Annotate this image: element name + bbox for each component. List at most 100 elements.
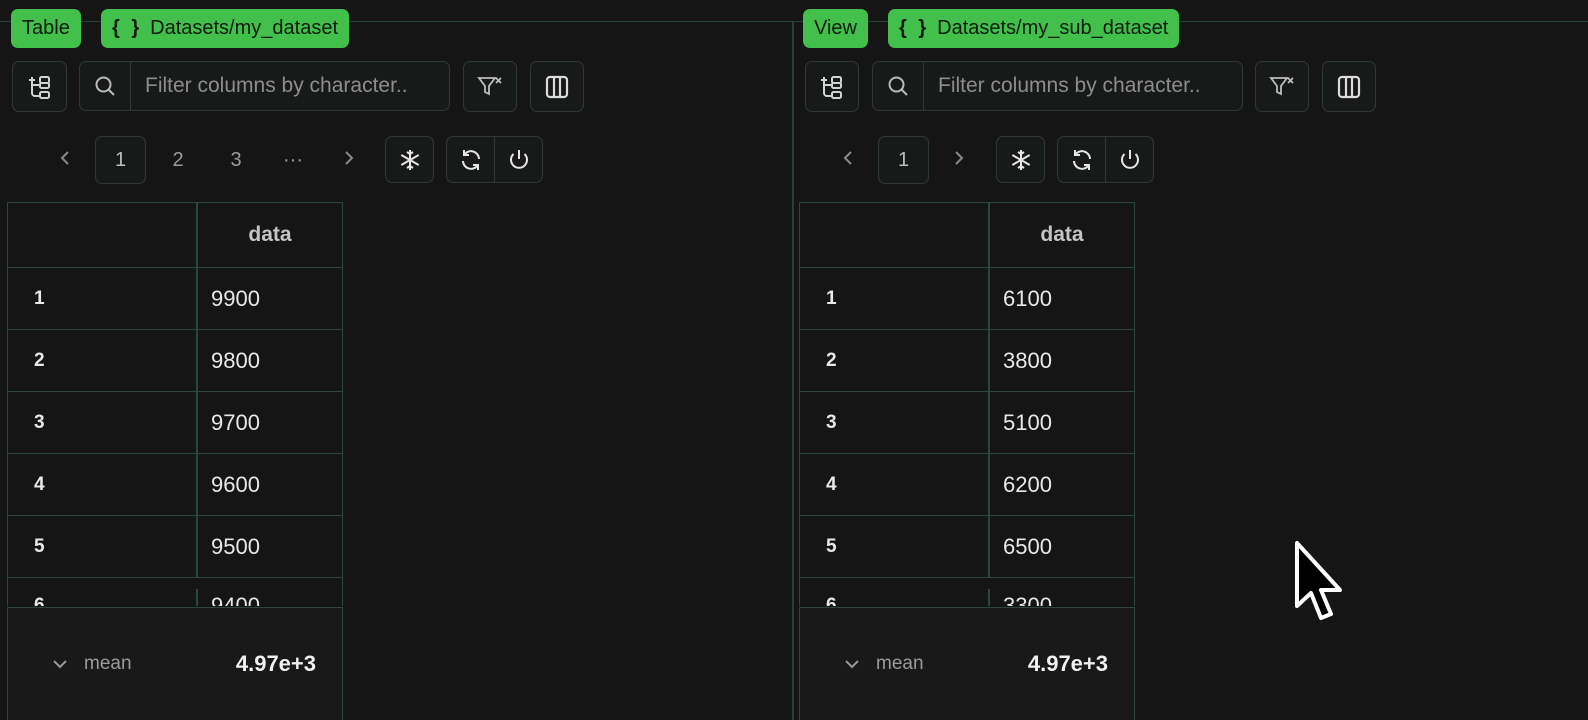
- chevron-left-icon: [59, 149, 73, 172]
- cell-value[interactable]: 5100: [990, 392, 1134, 453]
- dataset-path: Datasets/my_sub_dataset: [937, 17, 1169, 39]
- power-icon: [507, 148, 531, 172]
- table-footer: mean 4.97e+3: [7, 607, 343, 720]
- cell-value[interactable]: 9700: [198, 392, 342, 453]
- cell-value[interactable]: 3300: [990, 591, 1134, 606]
- stat-selector[interactable]: mean: [52, 653, 132, 675]
- data-table: data 1 9900 2 9800 3 9700 4 9600 5 9500 6 9400: [7, 202, 343, 606]
- power-button[interactable]: [1105, 136, 1154, 183]
- type-tag: View: [803, 9, 868, 48]
- row-index: 2: [800, 330, 990, 391]
- row-index: 4: [8, 454, 198, 515]
- index-header: [8, 203, 198, 267]
- columns-icon: [544, 74, 570, 100]
- tree-view-button[interactable]: [12, 61, 67, 112]
- table-row[interactable]: 6 9400: [8, 578, 342, 606]
- column-header-data[interactable]: data: [198, 203, 342, 267]
- row-index: 5: [8, 516, 198, 577]
- search-icon: [873, 62, 924, 110]
- row-index: 1: [8, 268, 198, 329]
- cell-value[interactable]: 3800: [990, 330, 1134, 391]
- filter-clear-icon: [1268, 73, 1296, 101]
- stat-value: 4.97e+3: [235, 651, 316, 676]
- row-index: 2: [8, 330, 198, 391]
- tree-structure-icon: [819, 74, 845, 100]
- chevron-left-icon: [842, 149, 856, 172]
- row-index: 3: [8, 392, 198, 453]
- page-3-button[interactable]: 3: [218, 136, 254, 184]
- column-header-data[interactable]: data: [990, 203, 1134, 267]
- cell-value[interactable]: 6100: [990, 268, 1134, 329]
- next-page-button[interactable]: [332, 136, 364, 184]
- table-footer: mean 4.97e+3: [799, 607, 1135, 720]
- next-page-button[interactable]: [942, 136, 974, 184]
- cell-value[interactable]: 9600: [198, 454, 342, 515]
- cell-value[interactable]: 9800: [198, 330, 342, 391]
- cell-value[interactable]: 6200: [990, 454, 1134, 515]
- refresh-button[interactable]: [1057, 136, 1106, 183]
- stat-label: mean: [84, 653, 132, 674]
- search-input[interactable]: [924, 62, 1242, 110]
- table-row[interactable]: 2 3800: [800, 330, 1134, 392]
- stat-selector[interactable]: mean: [844, 653, 924, 675]
- pagination-ellipsis[interactable]: ···: [272, 136, 314, 184]
- index-header: [800, 203, 990, 267]
- tree-structure-icon: [27, 74, 53, 100]
- dataset-path: Datasets/my_dataset: [150, 17, 338, 39]
- refresh-icon: [1070, 148, 1094, 172]
- power-button[interactable]: [494, 136, 543, 183]
- table-row[interactable]: 6 3300: [800, 578, 1134, 606]
- search-icon: [80, 62, 131, 110]
- row-index: 4: [800, 454, 990, 515]
- chevron-right-icon: [341, 149, 355, 172]
- search-input[interactable]: [131, 62, 449, 110]
- cell-value[interactable]: 9500: [198, 516, 342, 577]
- dataset-path-tag[interactable]: { } Datasets/my_dataset: [101, 9, 349, 48]
- stat-value: 4.97e+3: [1027, 651, 1108, 676]
- left-panel: Table { } Datasets/my_dataset 1 2 3 ···: [0, 0, 792, 720]
- right-panel: View { } Datasets/my_sub_dataset 1: [792, 0, 1588, 720]
- cell-value[interactable]: 9400: [198, 591, 342, 606]
- row-index: 1: [800, 268, 990, 329]
- cell-value[interactable]: 6500: [990, 516, 1134, 577]
- table-row[interactable]: 1 9900: [8, 268, 342, 330]
- row-index: 3: [800, 392, 990, 453]
- row-index: 6: [8, 589, 198, 606]
- data-table: data 1 6100 2 3800 3 5100 4 6200 5 6500 6 3300: [799, 202, 1135, 606]
- snowflake-icon: [1009, 148, 1033, 172]
- dataset-path-tag[interactable]: { } Datasets/my_sub_dataset: [888, 9, 1180, 48]
- refresh-button[interactable]: [446, 136, 495, 183]
- table-row[interactable]: 4 6200: [800, 454, 1134, 516]
- power-icon: [1118, 148, 1142, 172]
- page-2-button[interactable]: 2: [160, 136, 196, 184]
- tree-view-button[interactable]: [805, 61, 859, 112]
- column-filter-search: [872, 61, 1243, 111]
- page-1-button[interactable]: 1: [95, 136, 146, 184]
- table-row[interactable]: 1 6100: [800, 268, 1134, 330]
- stat-label: mean: [876, 653, 924, 674]
- prev-page-button[interactable]: [833, 136, 865, 184]
- table-row[interactable]: 5 9500: [8, 516, 342, 578]
- clear-filter-button[interactable]: [463, 61, 517, 112]
- columns-button[interactable]: [1322, 61, 1376, 112]
- braces-icon: { }: [112, 17, 143, 39]
- cell-value[interactable]: 9900: [198, 268, 342, 329]
- table-row[interactable]: 5 6500: [800, 516, 1134, 578]
- columns-button[interactable]: [530, 61, 584, 112]
- freeze-button[interactable]: [385, 136, 434, 183]
- braces-icon: { }: [899, 17, 930, 39]
- filter-clear-icon: [476, 73, 504, 101]
- chevron-down-icon: [844, 653, 860, 675]
- table-row[interactable]: 2 9800: [8, 330, 342, 392]
- table-row[interactable]: 4 9600: [8, 454, 342, 516]
- row-index: 6: [800, 589, 990, 606]
- refresh-icon: [459, 148, 483, 172]
- column-filter-search: [79, 61, 450, 111]
- prev-page-button[interactable]: [50, 136, 82, 184]
- table-row[interactable]: 3 5100: [800, 392, 1134, 454]
- chevron-down-icon: [52, 653, 68, 675]
- clear-filter-button[interactable]: [1255, 61, 1309, 112]
- table-row[interactable]: 3 9700: [8, 392, 342, 454]
- page-1-button[interactable]: 1: [878, 136, 929, 184]
- freeze-button[interactable]: [996, 136, 1045, 183]
